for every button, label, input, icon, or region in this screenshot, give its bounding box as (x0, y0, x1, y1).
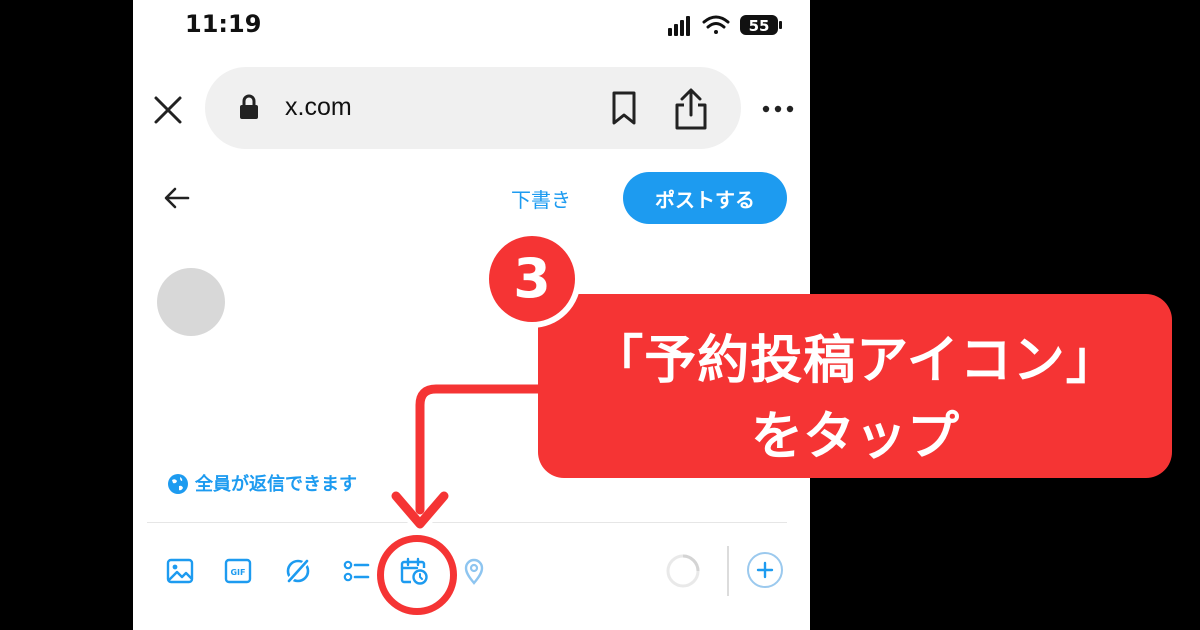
instruction-callout: 「予約投稿アイコン」 をタップ (538, 294, 1172, 478)
callout-line-2: をタップ (750, 407, 959, 467)
reply-setting[interactable]: 全員が返信できます (167, 470, 357, 496)
plus-icon (756, 561, 774, 579)
avatar (157, 268, 225, 336)
gif-icon[interactable]: GIF (223, 556, 253, 586)
toolbar-separator (727, 546, 729, 596)
post-button[interactable]: ポストする (623, 172, 787, 224)
schedule-icon[interactable] (399, 556, 429, 586)
step-number-badge: 3 (483, 230, 581, 328)
character-counter-icon (666, 554, 700, 588)
image-icon[interactable] (165, 556, 195, 586)
address-bar[interactable]: x.com (205, 67, 741, 149)
share-icon[interactable] (673, 87, 709, 131)
grok-icon[interactable] (283, 556, 313, 586)
svg-text:55: 55 (749, 17, 770, 35)
bookmark-icon[interactable] (611, 91, 637, 125)
poll-icon[interactable] (341, 556, 371, 586)
status-time: 11:19 (185, 10, 262, 38)
location-icon[interactable] (459, 556, 489, 586)
wifi-icon (702, 15, 730, 34)
back-arrow-icon[interactable] (163, 184, 191, 212)
divider (147, 522, 787, 523)
reply-setting-label: 全員が返信できます (195, 474, 357, 495)
add-post-button[interactable] (747, 552, 783, 588)
svg-text:GIF: GIF (230, 568, 245, 577)
callout-line-1: 「予約投稿アイコン」 (591, 331, 1119, 391)
drafts-link[interactable]: 下書き (511, 184, 571, 213)
globe-icon (168, 474, 188, 494)
close-icon[interactable] (153, 95, 183, 125)
signal-icon (668, 16, 690, 36)
lock-icon (240, 94, 258, 119)
status-icons: 55 (668, 15, 782, 36)
url-text: x.com (285, 93, 352, 121)
battery-icon: 55 (740, 15, 782, 35)
more-icon[interactable] (761, 97, 795, 121)
